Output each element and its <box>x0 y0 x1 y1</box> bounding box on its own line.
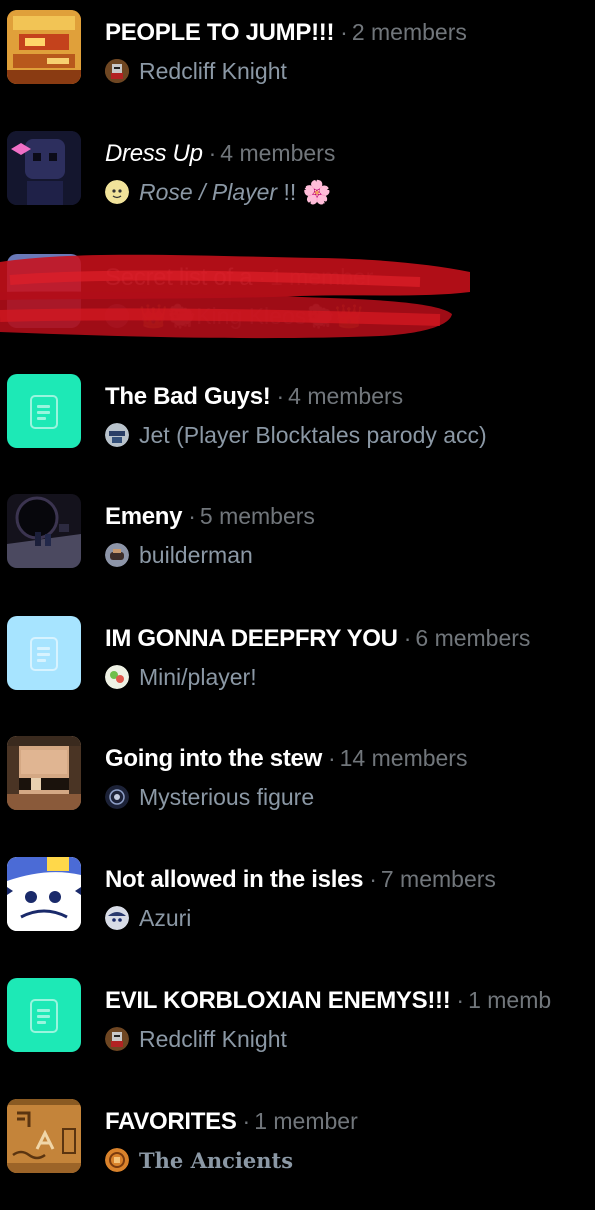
group-title-line: Secret list of a · 1 member <box>105 262 373 293</box>
jet-avatar <box>105 423 129 447</box>
last-sender-line: builderman <box>105 541 253 569</box>
last-sender-line: The Ancients <box>105 1146 293 1175</box>
member-count: 1 member <box>254 1108 358 1134</box>
document-icon <box>7 616 81 690</box>
member-count: 7 members <box>380 866 496 892</box>
group-title-line: Not allowed in the isles · 7 members <box>105 864 496 895</box>
member-count: 4 members <box>288 383 404 409</box>
group-title: Dress Up <box>105 140 203 167</box>
sad-cartoon-face-thumbnail <box>7 857 81 931</box>
group-title: EVIL KORBLOXIAN ENEMYS!!! <box>105 987 451 1014</box>
group-row[interactable]: EVIL KORBLOXIAN ENEMYS!!! · 1 memb Redclif… <box>0 968 595 1089</box>
group-title-line: The Bad Guys! · 4 members <box>105 381 403 412</box>
group-title: PEOPLE TO JUMP!!! <box>105 19 335 46</box>
separator-dot: · <box>276 383 285 409</box>
separator-dot: · <box>208 140 217 166</box>
last-sender-line: Mysterious figure <box>105 783 314 811</box>
group-row[interactable]: PEOPLE TO JUMP!!! · 2 members Redcliff Kni… <box>0 0 595 121</box>
dark-character-with-bows-thumbnail <box>7 131 81 205</box>
group-row[interactable]: Dress Up · 4 members Rose / Player !! 🌸 <box>0 121 595 242</box>
group-row[interactable]: Not allowed in the isles · 7 members Azuri <box>0 847 595 968</box>
last-sender-name: Rose / Player <box>139 179 278 205</box>
group-row[interactable]: IM GONNA DEEPFRY YOU · 6 members Mini/play… <box>0 605 595 726</box>
last-sender-name: builderman <box>139 542 253 568</box>
group-row[interactable]: The Bad Guys! · 4 members Jet (Player Bloc… <box>0 363 595 484</box>
group-title: Secret list of a <box>105 264 253 291</box>
knight-avatar <box>105 59 129 83</box>
document-icon <box>30 395 58 429</box>
group-row[interactable]: FAVORITES · 1 member The Ancients <box>0 1089 595 1210</box>
last-sender-name: Redcliff Knight <box>139 1026 287 1052</box>
member-count: 14 members <box>339 745 468 771</box>
orange-pixel-thumbnail <box>7 10 81 84</box>
separator-dot: · <box>188 503 196 529</box>
ancients-avatar <box>105 1148 129 1172</box>
last-sender-name: Jet (Player Blocktales parody acc) <box>139 422 487 448</box>
builderman-avatar <box>105 543 129 567</box>
member-count: 2 members <box>351 19 467 45</box>
separator-dot: · <box>340 19 348 45</box>
group-title-line: EVIL KORBLOXIAN ENEMYS!!! · 1 memb <box>105 985 551 1016</box>
mysterious-figure-avatar <box>105 785 129 809</box>
last-sender-suffix: !! 🌸 <box>277 179 332 205</box>
azuri-avatar <box>105 906 129 930</box>
document-icon <box>30 637 58 671</box>
last-sender-name: Mini/player! <box>139 664 257 690</box>
rose-avatar <box>105 180 129 204</box>
group-title: Emeny <box>105 503 183 530</box>
last-sender-line: 👑🐑King Kleos🐑👑 <box>105 302 364 330</box>
group-title: FAVORITES <box>105 1108 237 1135</box>
redacted-avatar <box>105 304 129 328</box>
hieroglyph-thumbnail <box>7 1099 81 1173</box>
separator-dot: · <box>327 745 336 771</box>
last-sender-line: Mini/player! <box>105 663 257 691</box>
group-title-line: FAVORITES · 1 member <box>105 1106 358 1137</box>
group-title: Not allowed in the isles <box>105 866 364 893</box>
last-sender-name: 👑🐑King Kleos🐑👑 <box>139 303 364 329</box>
group-row[interactable]: Going into the stew · 14 members Mysteriou… <box>0 726 595 847</box>
group-title: The Bad Guys! <box>105 383 271 410</box>
last-sender-name: Mysterious figure <box>139 784 315 810</box>
last-sender-line: Redcliff Knight <box>105 1025 287 1053</box>
group-row[interactable]: Secret list of a · 1 member 👑🐑King Kleos🐑👑 <box>0 242 595 363</box>
document-icon <box>7 374 81 448</box>
member-count: 4 members <box>220 140 336 166</box>
group-row[interactable]: Emeny · 5 members builderman <box>0 484 595 605</box>
group-title-line: IM GONNA DEEPFRY YOU · 6 members <box>105 623 530 654</box>
last-sender-name: Redcliff Knight <box>139 58 287 84</box>
group-title-line: Dress Up · 4 members <box>105 138 335 169</box>
group-title-line: Emeny · 5 members <box>105 501 315 532</box>
last-sender-name: The Ancients <box>139 1148 294 1173</box>
member-count: 1 memb <box>468 987 552 1013</box>
group-title-line: Going into the stew · 14 members <box>105 743 467 774</box>
separator-dot: · <box>242 1108 251 1134</box>
dark-scene-thumbnail <box>7 494 81 568</box>
group-list: PEOPLE TO JUMP!!! · 2 members Redcliff Kni… <box>0 0 595 1199</box>
group-title-line: PEOPLE TO JUMP!!! · 2 members <box>105 17 467 48</box>
document-icon <box>30 999 58 1033</box>
pixel-face-thumbnail <box>7 736 81 810</box>
last-sender-name: Azuri <box>139 905 192 931</box>
separator-dot: · <box>456 987 465 1013</box>
member-count: 6 members <box>415 625 531 651</box>
last-sender-line: Redcliff Knight <box>105 57 287 85</box>
group-title: Going into the stew <box>105 745 322 772</box>
knight-avatar <box>105 1027 129 1051</box>
separator-dot: · <box>369 866 377 892</box>
document-icon <box>7 978 81 1052</box>
group-title: IM GONNA DEEPFRY YOU <box>105 625 398 652</box>
separator-dot: · <box>258 264 266 290</box>
member-count: 5 members <box>199 503 315 529</box>
last-sender-line: Rose / Player !! 🌸 <box>105 178 331 206</box>
last-sender-line: Jet (Player Blocktales parody acc) <box>105 421 487 449</box>
separator-dot: · <box>403 625 412 651</box>
redacted-thumbnail <box>7 254 81 328</box>
mini-avatar <box>105 665 129 689</box>
last-sender-line: Azuri <box>105 904 191 932</box>
member-count: 1 member <box>269 264 374 290</box>
